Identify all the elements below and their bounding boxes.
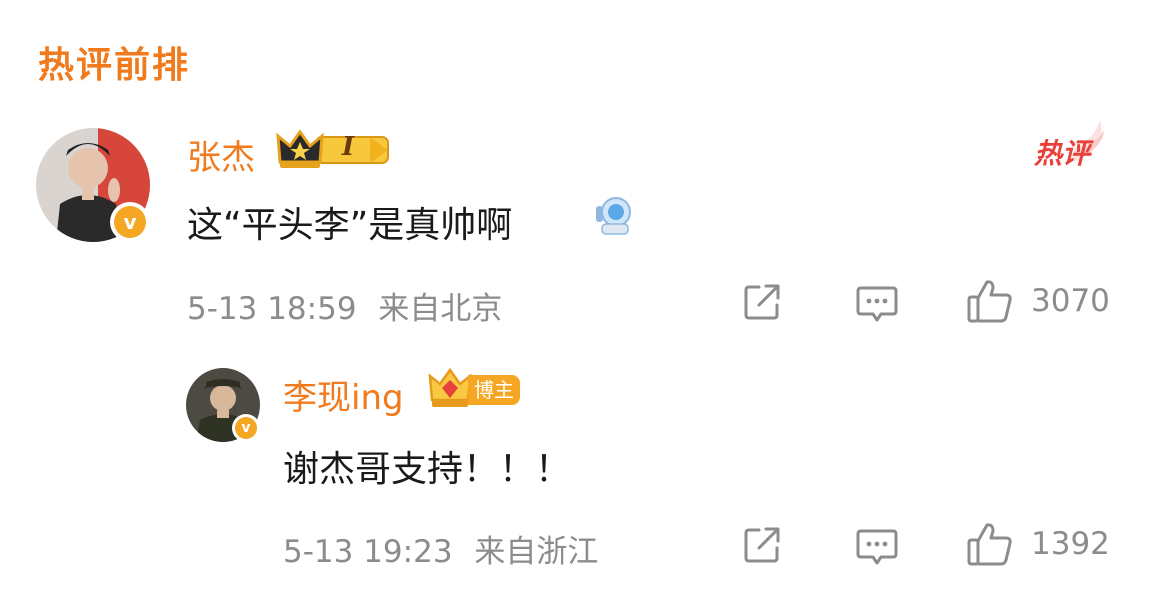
blogger-badge: 博主 <box>428 368 522 410</box>
blogger-label: 博主 <box>468 375 520 405</box>
username[interactable]: 李现ing <box>283 370 404 419</box>
comment-date: 5-13 18:59 <box>187 291 357 327</box>
avatar[interactable]: v <box>186 368 260 442</box>
reply-location: 来自浙江 <box>474 534 599 570</box>
comment-location: 来自北京 <box>378 291 503 327</box>
username[interactable]: 张杰 <box>187 130 255 179</box>
like-icon[interactable] <box>966 521 1014 567</box>
reply-text: 谢杰哥支持！！！ <box>283 449 572 490</box>
verified-icon: v <box>110 202 150 242</box>
section-title: 热评前排 <box>38 45 191 86</box>
like-icon[interactable] <box>966 278 1014 324</box>
like-count: 3070 <box>1031 283 1110 319</box>
reply-meta: 5-13 19:23 来自浙江 <box>283 526 598 571</box>
verified-icon: v <box>232 414 260 442</box>
comment-icon[interactable] <box>856 284 898 324</box>
crown-icon <box>428 368 472 407</box>
comment-icon[interactable] <box>856 527 898 567</box>
comment-text: 这“平头李”是真帅啊 <box>187 205 513 246</box>
share-icon[interactable] <box>742 525 782 565</box>
hot-comment-badge: 热评 <box>1034 118 1110 170</box>
reply-date: 5-13 19:23 <box>283 534 453 570</box>
crown-icon: I <box>276 128 392 170</box>
share-icon[interactable] <box>742 282 782 322</box>
astronaut-emoji <box>594 196 634 236</box>
hot-comment-label: 热评 <box>1034 137 1091 170</box>
comment-meta: 5-13 18:59 来自北京 <box>187 283 502 328</box>
level-label: I <box>342 132 355 162</box>
like-count: 1392 <box>1031 526 1110 562</box>
avatar[interactable]: v <box>36 128 150 242</box>
